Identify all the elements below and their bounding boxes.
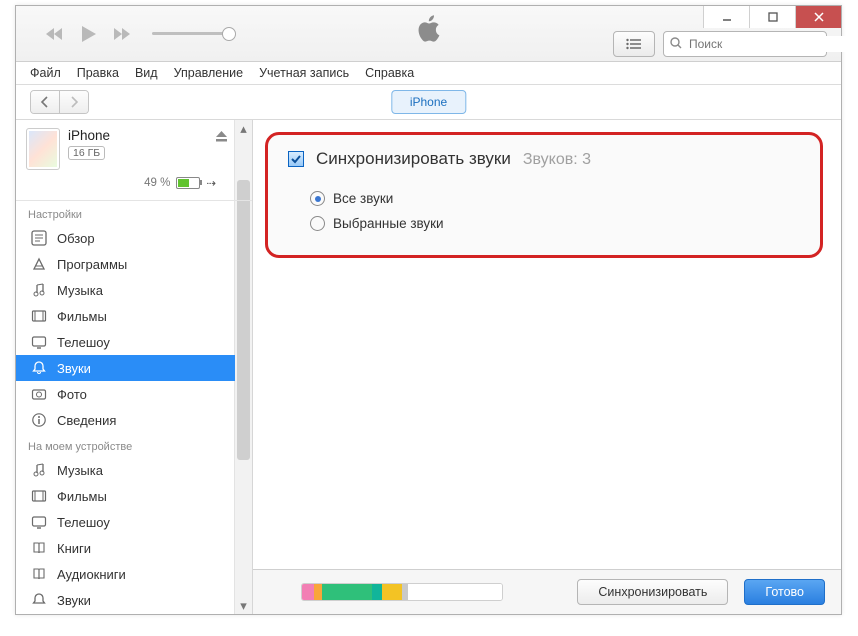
charging-icon: ⇢ [206, 176, 216, 190]
nav-forward-button[interactable] [60, 91, 88, 113]
summary-icon [30, 229, 48, 247]
tv-icon [30, 333, 48, 351]
sidebar-item-tvshows[interactable]: Телешоу [16, 329, 235, 355]
window-minimize-button[interactable] [703, 6, 749, 28]
storage-usage-bar[interactable] [301, 583, 503, 601]
movies-icon [30, 307, 48, 325]
sidebar-item-label: Сведения [57, 413, 116, 428]
sidebar-item-label: Обзор [57, 231, 95, 246]
sidebar-item-od-music[interactable]: Музыка [16, 457, 235, 483]
menu-edit[interactable]: Правка [69, 64, 127, 82]
eject-icon[interactable] [215, 130, 228, 146]
radio-icon [310, 216, 325, 231]
window-maximize-button[interactable] [749, 6, 795, 28]
audiobook-icon [30, 565, 48, 583]
search-text[interactable] [687, 36, 846, 52]
sidebar-item-label: Телешоу [57, 515, 110, 530]
device-thumbnail-icon [26, 128, 60, 170]
sidebar-item-music[interactable]: Музыка [16, 277, 235, 303]
sidebar-item-label: Телешоу [57, 335, 110, 350]
sync-tones-checkbox[interactable] [288, 151, 304, 167]
menu-account[interactable]: Учетная запись [251, 64, 357, 82]
sidebar-item-label: Фильмы [57, 489, 107, 504]
menu-view[interactable]: Вид [127, 64, 166, 82]
app-window: Файл Правка Вид Управление Учетная запис… [15, 5, 842, 615]
sidebar-item-summary[interactable]: Обзор [16, 225, 235, 251]
menu-controls[interactable]: Управление [166, 64, 252, 82]
sidebar-item-label: Книги [57, 541, 91, 556]
tv-icon [30, 513, 48, 531]
volume-slider[interactable] [152, 32, 230, 35]
sidebar-item-photos[interactable]: Фото [16, 381, 235, 407]
next-track-button[interactable] [112, 26, 134, 42]
sidebar-item-tones[interactable]: Звуки [16, 355, 235, 381]
movies-icon [30, 487, 48, 505]
sidebar-item-od-top25[interactable]: 25 самых популярных [16, 613, 235, 614]
radio-all-tones[interactable]: Все звуки [310, 191, 800, 206]
battery-icon [176, 177, 200, 189]
section-ondevice-label: На моем устройстве [16, 433, 235, 457]
book-icon [30, 539, 48, 557]
sync-button[interactable]: Синхронизировать [577, 579, 728, 605]
device-capacity-badge: 16 ГБ [68, 146, 105, 160]
footer-bar: Синхронизировать Готово [253, 569, 841, 614]
nav-back-button[interactable] [31, 91, 60, 113]
device-header: iPhone 16 ГБ 49 % ⇢ [16, 120, 252, 201]
done-button[interactable]: Готово [744, 579, 825, 605]
camera-icon [30, 385, 48, 403]
sidebar-item-label: Звуки [57, 361, 91, 376]
menu-file[interactable]: Файл [22, 64, 69, 82]
bell-icon [30, 359, 48, 377]
scroll-down-icon[interactable]: ▾ [235, 597, 252, 614]
sidebar-item-label: Музыка [57, 463, 103, 478]
sync-tones-title: Синхронизировать звуки [316, 149, 511, 169]
menu-help[interactable]: Справка [357, 64, 422, 82]
apps-icon [30, 255, 48, 273]
sidebar-item-od-tv[interactable]: Телешоу [16, 509, 235, 535]
battery-percent-label: 49 % [144, 177, 170, 189]
location-bar: iPhone [16, 85, 841, 120]
radio-label: Выбранные звуки [333, 216, 444, 231]
music-icon [30, 281, 48, 299]
radio-selected-tones[interactable]: Выбранные звуки [310, 216, 800, 231]
sidebar-item-label: Звуки [57, 593, 91, 608]
sync-tones-panel: Синхронизировать звуки Звуков: 3 Все зву… [265, 132, 823, 258]
sidebar-item-od-tones[interactable]: Звуки [16, 587, 235, 613]
radio-icon [310, 191, 325, 206]
sidebar-item-label: Музыка [57, 283, 103, 298]
bell-icon [30, 591, 48, 609]
sidebar-item-label: Программы [57, 257, 127, 272]
list-view-button[interactable] [613, 31, 655, 57]
apple-logo-icon [416, 14, 442, 47]
sidebar-item-apps[interactable]: Программы [16, 251, 235, 277]
main-pane: Синхронизировать звуки Звуков: 3 Все зву… [253, 120, 841, 614]
sidebar-item-info[interactable]: Сведения [16, 407, 235, 433]
info-icon [30, 411, 48, 429]
sidebar-item-od-books[interactable]: Книги [16, 535, 235, 561]
sidebar-item-label: Фильмы [57, 309, 107, 324]
music-icon [30, 461, 48, 479]
sidebar: ▴ ▾ iPhone 16 ГБ 49 % ⇢ Настройки [16, 120, 253, 614]
search-input[interactable] [663, 31, 827, 57]
sidebar-item-movies[interactable]: Фильмы [16, 303, 235, 329]
sync-tones-count: Звуков: 3 [523, 151, 591, 169]
radio-label: Все звуки [333, 191, 393, 206]
sidebar-item-label: Аудиокниги [57, 567, 126, 582]
search-icon [670, 37, 682, 52]
menu-bar: Файл Правка Вид Управление Учетная запис… [16, 62, 841, 85]
play-button[interactable] [80, 24, 98, 44]
section-settings-label: Настройки [16, 201, 235, 225]
sidebar-item-od-audiobooks[interactable]: Аудиокниги [16, 561, 235, 587]
sidebar-item-label: Фото [57, 387, 87, 402]
window-close-button[interactable] [795, 6, 841, 28]
window-controls [703, 6, 841, 28]
device-pill[interactable]: iPhone [391, 90, 466, 114]
prev-track-button[interactable] [44, 26, 66, 42]
sidebar-item-od-movies[interactable]: Фильмы [16, 483, 235, 509]
